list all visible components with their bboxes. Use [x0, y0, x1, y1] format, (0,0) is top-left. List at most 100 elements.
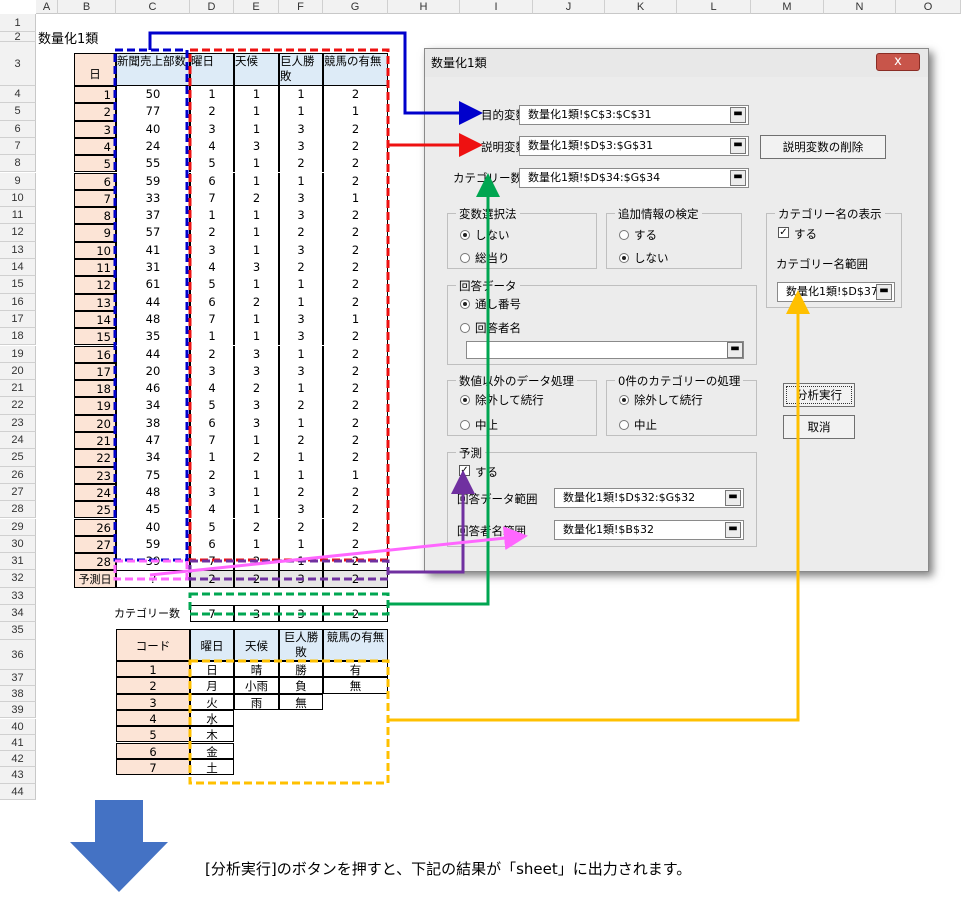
row-header[interactable]: 13: [0, 241, 36, 259]
row-header[interactable]: 16: [0, 293, 36, 311]
table-cell[interactable]: 2: [74, 103, 116, 121]
table-cell[interactable]: 1: [234, 328, 279, 346]
category-count-cell[interactable]: 3: [234, 605, 279, 623]
table-cell[interactable]: 3: [234, 397, 279, 415]
table-cell[interactable]: 17: [74, 362, 116, 381]
table-cell[interactable]: 7: [190, 189, 234, 208]
table-cell[interactable]: 5: [74, 155, 116, 173]
answer-range-field[interactable]: 数量化1類!$D$32:$G$32: [554, 488, 744, 508]
row-header[interactable]: 9: [0, 172, 36, 190]
table-cell[interactable]: 3: [279, 189, 323, 208]
table-cell[interactable]: 48: [116, 483, 190, 502]
row-header[interactable]: 32: [0, 570, 36, 588]
row-header[interactable]: 14: [0, 259, 36, 277]
table-cell[interactable]: 1: [234, 172, 279, 190]
table-cell[interactable]: 35: [116, 328, 190, 346]
var-select-all-radio[interactable]: [460, 253, 470, 263]
row-header[interactable]: 21: [0, 380, 36, 398]
cancel-button[interactable]: 取消: [783, 415, 855, 439]
column-header[interactable]: O: [896, 0, 961, 14]
row-header[interactable]: 2: [0, 32, 36, 43]
row-header[interactable]: 31: [0, 553, 36, 571]
table-cell[interactable]: 20: [116, 362, 190, 381]
table-cell[interactable]: 2: [323, 172, 388, 190]
table-cell[interactable]: 5: [190, 155, 234, 173]
column-header[interactable]: G: [323, 0, 388, 14]
table-cell[interactable]: 75: [116, 466, 190, 484]
row-header[interactable]: 28: [0, 501, 36, 519]
table-cell[interactable]: 5: [190, 518, 234, 536]
table-cell[interactable]: 3: [279, 241, 323, 259]
table-cell[interactable]: 2: [279, 155, 323, 173]
row-header[interactable]: 44: [0, 783, 36, 800]
table-cell[interactable]: 1: [234, 241, 279, 259]
category-ref-button[interactable]: ▬: [730, 170, 746, 186]
table-cell[interactable]: 3: [279, 207, 323, 225]
table-cell[interactable]: 2: [323, 380, 388, 398]
column-header[interactable]: N: [824, 0, 896, 14]
code-cell[interactable]: 7: [116, 758, 190, 776]
add-info-no-radio[interactable]: [619, 253, 629, 263]
table-cell[interactable]: 2: [234, 293, 279, 311]
table-cell[interactable]: 45: [116, 501, 190, 519]
table-cell[interactable]: 21: [74, 432, 116, 450]
predict-value[interactable]: 2: [190, 570, 234, 588]
row-header[interactable]: 33: [0, 587, 36, 605]
table-cell[interactable]: 59: [116, 172, 190, 190]
code-cell[interactable]: 月: [190, 677, 234, 694]
table-cell[interactable]: 1: [323, 310, 388, 329]
table-cell[interactable]: 2: [323, 362, 388, 381]
table-cell[interactable]: 57: [116, 224, 190, 242]
table-cell[interactable]: 26: [74, 518, 116, 536]
code-header[interactable]: 曜日: [190, 629, 234, 661]
table-cell[interactable]: 2: [323, 535, 388, 554]
row-header[interactable]: 10: [0, 189, 36, 208]
table-cell[interactable]: 6: [190, 535, 234, 554]
table-cell[interactable]: 7: [74, 189, 116, 208]
table-cell[interactable]: 22: [74, 449, 116, 467]
table-cell[interactable]: 41: [116, 241, 190, 259]
table-cell[interactable]: 15: [74, 328, 116, 346]
table-cell[interactable]: 11: [74, 259, 116, 277]
table-cell[interactable]: 3: [234, 137, 279, 156]
table-cell[interactable]: 39: [116, 553, 190, 571]
code-cell[interactable]: 3: [116, 693, 190, 710]
table-cell[interactable]: 40: [116, 518, 190, 536]
table-cell[interactable]: 3: [190, 120, 234, 138]
column-header[interactable]: B: [58, 0, 116, 14]
table-cell[interactable]: 1: [279, 414, 323, 432]
run-analysis-button[interactable]: 分析実行: [783, 383, 855, 407]
row-header[interactable]: 6: [0, 120, 36, 138]
table-cell[interactable]: 1: [234, 501, 279, 519]
zero-cat-stop-radio[interactable]: [619, 420, 629, 430]
row-header[interactable]: 34: [0, 605, 36, 623]
table-cell[interactable]: 2: [234, 189, 279, 208]
table-cell[interactable]: 6: [190, 293, 234, 311]
code-cell[interactable]: 6: [116, 742, 190, 759]
table-cell[interactable]: 1: [234, 535, 279, 554]
header-sales[interactable]: 新聞売上部数: [116, 53, 190, 86]
table-cell[interactable]: 2: [323, 449, 388, 467]
row-header[interactable]: 36: [0, 639, 36, 670]
table-cell[interactable]: 3: [279, 362, 323, 381]
column-header[interactable]: K: [605, 0, 677, 14]
row-header[interactable]: 35: [0, 622, 36, 640]
table-cell[interactable]: 2: [323, 414, 388, 432]
header-day[interactable]: 日: [74, 53, 116, 86]
explain-ref-button[interactable]: ▬: [730, 138, 746, 154]
code-cell[interactable]: 有: [323, 661, 388, 678]
column-header[interactable]: A: [36, 0, 58, 14]
table-cell[interactable]: 10: [74, 241, 116, 259]
non-numeric-stop-radio[interactable]: [460, 420, 470, 430]
code-cell[interactable]: 小雨: [234, 677, 279, 694]
table-cell[interactable]: 3: [279, 328, 323, 346]
table-cell[interactable]: 31: [116, 259, 190, 277]
row-header[interactable]: 39: [0, 702, 36, 719]
table-cell[interactable]: 2: [323, 483, 388, 502]
table-cell[interactable]: 1: [323, 103, 388, 121]
column-header[interactable]: I: [460, 0, 533, 14]
code-header[interactable]: コード: [116, 629, 190, 661]
code-cell[interactable]: 木: [190, 726, 234, 743]
table-cell[interactable]: 2: [234, 518, 279, 536]
predict-checkbox[interactable]: ✓: [459, 465, 470, 476]
